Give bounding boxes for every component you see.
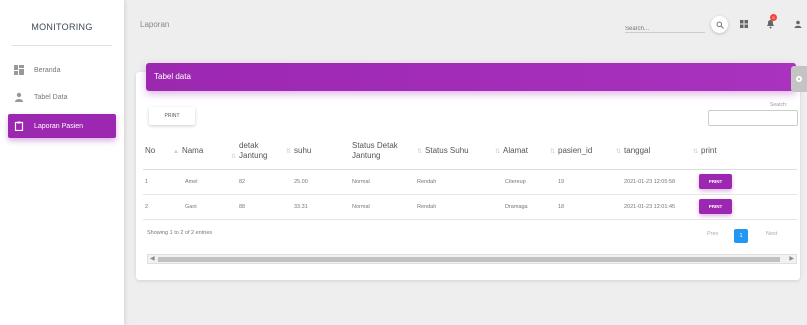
- settings-button[interactable]: [791, 66, 807, 92]
- gear-icon: [796, 76, 802, 82]
- cell-status-detak: Normal: [350, 169, 415, 195]
- sidebar: MONITORING Beranda Tabel Data Laporan Pa…: [0, 0, 124, 325]
- search-button[interactable]: [711, 16, 728, 33]
- cell-nama: Amel: [171, 169, 229, 195]
- dashboard-icon: [14, 65, 24, 75]
- brand-title[interactable]: MONITORING: [0, 22, 124, 32]
- scroll-right-icon[interactable]: ▶: [789, 255, 794, 264]
- sidebar-item-label: Beranda: [34, 66, 61, 74]
- cell-detak: 82: [229, 169, 284, 195]
- scroll-left-icon[interactable]: ◀: [150, 255, 155, 264]
- table-info: Showing 1 to 2 of 2 entries: [147, 230, 213, 236]
- cell-detak: 88: [229, 194, 284, 220]
- cell-status-suhu: Rendah: [415, 194, 493, 220]
- cell-tanggal: 2021-01-23 12:05:58: [614, 169, 691, 195]
- person-icon[interactable]: [792, 18, 804, 30]
- row-print-button[interactable]: PRINT: [699, 199, 732, 214]
- table-header-row: No ▲ Nama ⇅detak Jantung ⇅ suhu Status Det…: [143, 133, 797, 170]
- column-header[interactable]: ⇅ Alamat: [493, 133, 548, 170]
- search-input[interactable]: [625, 22, 705, 36]
- data-table: No ▲ Nama ⇅detak Jantung ⇅ suhu Status Det…: [143, 133, 797, 220]
- cell-nama: Gani: [171, 194, 229, 220]
- page-1-button[interactable]: 1: [734, 229, 748, 243]
- table-row: 1 Amel 82 25.00 Normal Rendah Citereup 1…: [143, 169, 797, 195]
- cell-pasien-id: 19: [548, 169, 614, 195]
- horizontal-scrollbar[interactable]: ◀ ▶: [147, 254, 797, 264]
- column-header[interactable]: ⇅ print: [691, 133, 797, 170]
- search-label: Search:: [770, 102, 788, 108]
- next-button[interactable]: Next: [766, 231, 777, 237]
- content-paste-icon: [14, 121, 24, 131]
- sidebar-item-label: Tabel Data: [34, 93, 68, 101]
- column-header[interactable]: ⇅ pasien_id: [548, 133, 614, 170]
- cell-alamat: Citereup: [493, 169, 548, 195]
- sidebar-item-tabel-data[interactable]: Tabel Data: [8, 85, 116, 109]
- cell-print: PRINT: [691, 169, 797, 195]
- notification-badge: 5: [770, 14, 777, 21]
- dashboard-icon[interactable]: [738, 18, 750, 30]
- table-row: 2 Gani 88 33.31 Normal Rendah Dramaga 18…: [143, 194, 797, 220]
- column-header[interactable]: ▲ Nama: [171, 133, 229, 170]
- column-header[interactable]: ⇅ suhu: [284, 133, 350, 170]
- cell-pasien-id: 18: [548, 194, 614, 220]
- column-header[interactable]: ⇅detak Jantung: [229, 133, 284, 170]
- cell-print: PRINT: [691, 194, 797, 220]
- cell-status-suhu: Rendah: [415, 169, 493, 195]
- cell-no: 1: [143, 169, 171, 195]
- cell-no: 2: [143, 194, 171, 220]
- row-print-button[interactable]: PRINT: [699, 174, 732, 189]
- scroll-thumb[interactable]: [158, 257, 780, 262]
- cell-status-detak: Normal: [350, 194, 415, 220]
- column-header[interactable]: ⇅ tanggal: [614, 133, 691, 170]
- prev-button[interactable]: Prev: [707, 231, 718, 237]
- cell-suhu: 25.00: [284, 169, 350, 195]
- column-header[interactable]: ⇅ Status Suhu: [415, 133, 493, 170]
- card-title: Tabel data: [146, 63, 796, 91]
- sidebar-item-laporan-pasien[interactable]: Laporan Pasien: [8, 114, 116, 138]
- cell-tanggal: 2021-01-23 12:01:45: [614, 194, 691, 220]
- sidebar-item-label: Laporan Pasien: [34, 122, 84, 130]
- column-header[interactable]: No: [143, 133, 171, 170]
- top-search: [625, 17, 705, 36]
- divider: [12, 45, 112, 46]
- person-icon: [14, 92, 24, 102]
- column-header[interactable]: Status Detak Jantung: [350, 133, 415, 170]
- page-title[interactable]: Laporan: [140, 20, 169, 29]
- table-search-input[interactable]: [708, 110, 798, 126]
- print-button[interactable]: PRINT: [149, 107, 195, 125]
- search-icon: [716, 21, 724, 29]
- cell-suhu: 33.31: [284, 194, 350, 220]
- cell-alamat: Dramaga: [493, 194, 548, 220]
- sidebar-item-beranda[interactable]: Beranda: [8, 58, 116, 82]
